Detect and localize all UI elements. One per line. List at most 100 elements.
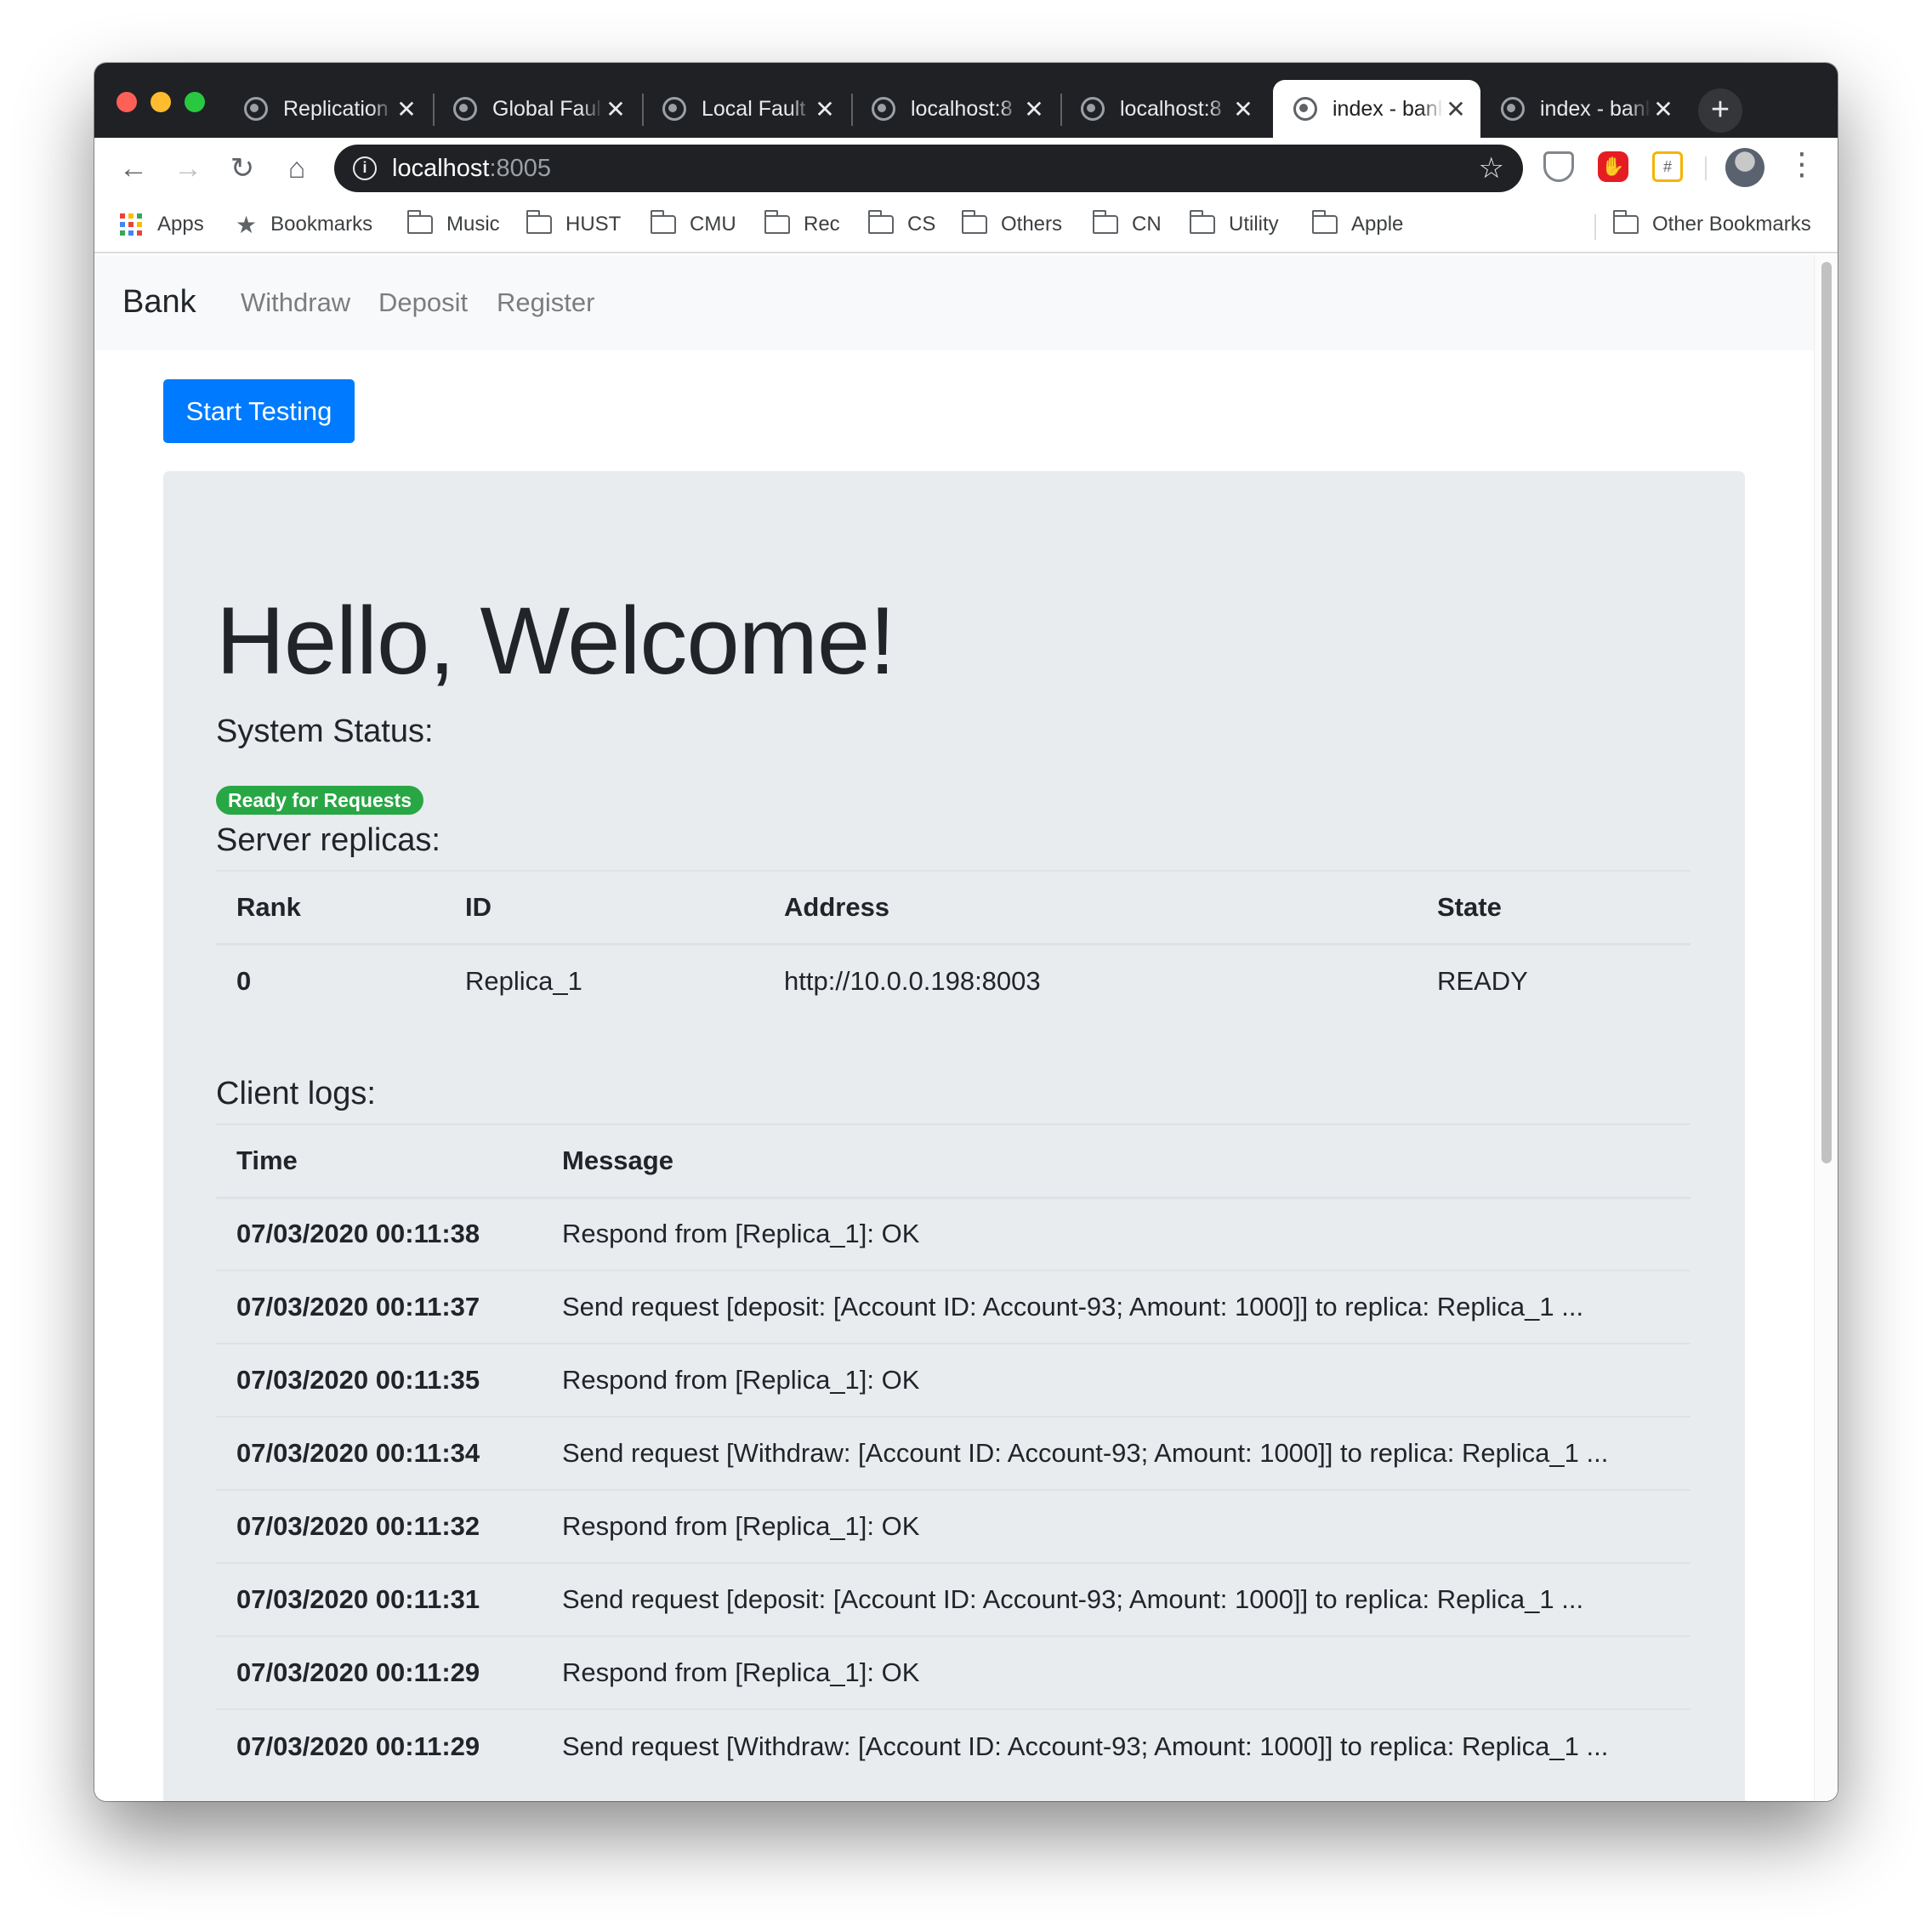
- site-navbar: Bank Withdraw Deposit Register: [94, 255, 1814, 350]
- minimize-window-button[interactable]: [151, 92, 171, 112]
- close-tab-icon[interactable]: ✕: [812, 95, 838, 123]
- zoom-window-button[interactable]: [185, 92, 205, 112]
- bookmark-label: Others: [1001, 213, 1063, 236]
- tab-localhost-2[interactable]: localhost:8 ✕: [1060, 80, 1268, 138]
- tab-title: Global Fault: [492, 96, 603, 121]
- log-time: 07/03/2020 00:11:31: [216, 1562, 542, 1636]
- bookmark-folder-rec[interactable]: Rec: [764, 207, 840, 242]
- log-message: Respond from [Replica_1]: OK: [542, 1197, 1690, 1270]
- tab-title: index - bank: [1333, 96, 1443, 121]
- table-row: 07/03/2020 00:11:31 Send request [deposi…: [216, 1562, 1690, 1636]
- table-header-row: Time Message: [216, 1123, 1690, 1199]
- close-tab-icon[interactable]: ✕: [603, 95, 628, 123]
- nav-link-register[interactable]: Register: [497, 287, 594, 318]
- close-tab-icon[interactable]: ✕: [1021, 95, 1047, 123]
- shield-extension-icon[interactable]: [1543, 151, 1574, 182]
- new-tab-button[interactable]: +: [1698, 88, 1742, 133]
- table-row: 07/03/2020 00:11:37 Send request [deposi…: [216, 1270, 1690, 1344]
- adblock-extension-icon[interactable]: ✋: [1598, 151, 1628, 182]
- bookmark-folder-music[interactable]: Music: [406, 207, 500, 242]
- home-icon[interactable]: ⌂: [276, 148, 317, 189]
- log-message: Respond from [Replica_1]: OK: [542, 1635, 1690, 1709]
- bookmark-label: Apps: [157, 213, 204, 236]
- scrollbar-thumb[interactable]: [1821, 262, 1832, 1163]
- bookmark-folder-apple[interactable]: Apple: [1311, 207, 1403, 242]
- close-tab-icon[interactable]: ✕: [1230, 95, 1256, 123]
- bookmark-folder-cs[interactable]: CS: [867, 207, 935, 242]
- log-message: Send request [deposit: [Account ID: Acco…: [542, 1270, 1690, 1344]
- replica-state: READY: [1417, 943, 1690, 1017]
- bookmark-folder-cmu[interactable]: CMU: [650, 207, 736, 242]
- log-message: Send request [Withdraw: [Account ID: Acc…: [542, 1708, 1690, 1782]
- tab-title: index - bank: [1540, 96, 1651, 121]
- table-row: 07/03/2020 00:11:32 Respond from [Replic…: [216, 1489, 1690, 1563]
- replica-address: http://10.0.0.198:8003: [764, 943, 1417, 1017]
- tab-global-fault[interactable]: Global Fault ✕: [433, 80, 640, 138]
- log-time: 07/03/2020 00:11:37: [216, 1270, 542, 1344]
- globe-icon: [244, 97, 268, 121]
- log-time: 07/03/2020 00:11:32: [216, 1489, 542, 1563]
- server-replicas-label: Server replicas:: [216, 822, 440, 858]
- bookmark-folder-cn[interactable]: CN: [1092, 207, 1162, 242]
- log-message: Send request [deposit: [Account ID: Acco…: [542, 1562, 1690, 1636]
- navbar-brand[interactable]: Bank: [122, 284, 196, 321]
- close-window-button[interactable]: [116, 92, 137, 112]
- bookmark-bookmarks[interactable]: ★ Bookmarks: [236, 207, 372, 242]
- tab-index-bank[interactable]: index - bank ✕: [1480, 80, 1688, 138]
- globe-icon: [1081, 97, 1105, 121]
- column-header-address: Address: [764, 870, 1417, 946]
- column-header-time: Time: [216, 1123, 542, 1199]
- bookmark-other-bookmarks[interactable]: Other Bookmarks: [1612, 207, 1811, 242]
- close-tab-icon[interactable]: ✕: [394, 95, 419, 123]
- bookmark-star-icon[interactable]: ☆: [1479, 151, 1504, 185]
- bookmark-label: Rec: [804, 213, 840, 236]
- folder-icon: [764, 210, 790, 234]
- tab-replication[interactable]: Replication ✕: [224, 80, 431, 138]
- folder-icon: [1189, 210, 1215, 234]
- page-scrollbar[interactable]: [1814, 255, 1838, 1801]
- log-message: Send request [Withdraw: [Account ID: Acc…: [542, 1416, 1690, 1490]
- bookmark-folder-utility[interactable]: Utility: [1189, 207, 1279, 242]
- bookmarks-divider: [1594, 214, 1596, 240]
- folder-icon: [526, 210, 552, 234]
- log-time: 07/03/2020 00:11:29: [216, 1708, 542, 1782]
- table-row: 07/03/2020 00:11:29 Respond from [Replic…: [216, 1635, 1690, 1709]
- tab-localhost-1[interactable]: localhost:8 ✕: [851, 80, 1059, 138]
- system-status-label: System Status:: [216, 713, 434, 749]
- start-testing-button[interactable]: Start Testing: [163, 379, 355, 443]
- profile-avatar[interactable]: [1725, 148, 1764, 187]
- log-message: Respond from [Replica_1]: OK: [542, 1489, 1690, 1563]
- bookmark-label: Bookmarks: [270, 213, 373, 236]
- bookmark-folder-others[interactable]: Others: [961, 207, 1063, 242]
- nav-link-withdraw[interactable]: Withdraw: [241, 287, 350, 318]
- nav-link-deposit[interactable]: Deposit: [378, 287, 468, 318]
- kebab-menu-icon[interactable]: ⋮: [1787, 146, 1817, 182]
- globe-icon: [1293, 97, 1317, 121]
- note-extension-icon[interactable]: #: [1652, 151, 1683, 182]
- toolbar-divider: [1705, 156, 1707, 180]
- globe-icon: [453, 97, 477, 121]
- back-arrow-icon[interactable]: ←: [113, 148, 154, 189]
- bookmark-label: Utility: [1229, 213, 1279, 236]
- star-icon: ★: [236, 211, 258, 238]
- table-row: 07/03/2020 00:11:38 Respond from [Replic…: [216, 1197, 1690, 1270]
- bookmark-label: CN: [1132, 213, 1162, 236]
- tab-strip: Replication ✕ Global Fault ✕ Local Fault…: [94, 63, 1838, 138]
- folder-icon: [867, 210, 894, 234]
- close-tab-icon[interactable]: ✕: [1651, 95, 1676, 123]
- address-port: :8005: [489, 154, 552, 182]
- tab-local-fault[interactable]: Local Fault ✕: [642, 80, 850, 138]
- tab-title: Local Fault: [702, 96, 806, 121]
- tab-index-bank-active[interactable]: index - bank ✕: [1273, 80, 1480, 138]
- table-row: 0 Replica_1 http://10.0.0.198:8003 READY: [216, 943, 1690, 1017]
- browser-window: Replication ✕ Global Fault ✕ Local Fault…: [94, 63, 1838, 1801]
- info-icon[interactable]: i: [353, 156, 377, 180]
- tab-title: Replication: [283, 96, 389, 121]
- reload-icon[interactable]: ↻: [222, 148, 263, 189]
- address-bar[interactable]: i localhost:8005 ☆: [334, 145, 1523, 192]
- forward-arrow-icon[interactable]: →: [168, 148, 208, 189]
- bookmark-folder-hust[interactable]: HUST: [526, 207, 621, 242]
- folder-icon: [406, 210, 433, 234]
- close-tab-icon[interactable]: ✕: [1443, 95, 1469, 123]
- bookmark-apps[interactable]: Apps: [120, 207, 204, 242]
